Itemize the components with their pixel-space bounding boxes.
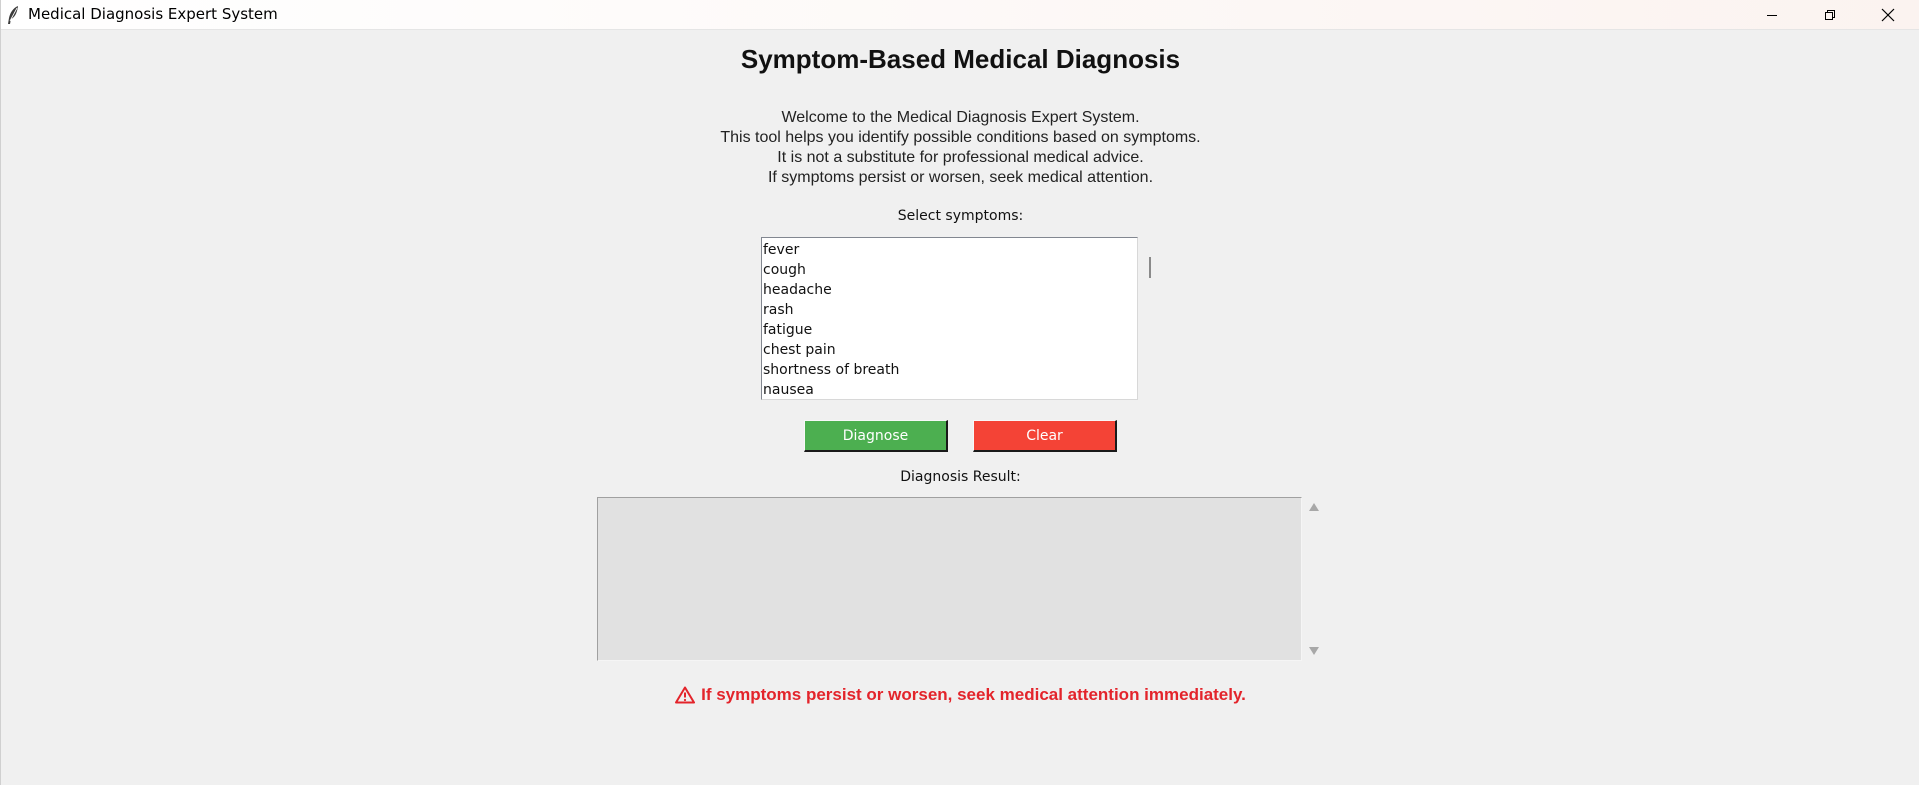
warning-text: If symptoms persist or worsen, seek medi… bbox=[701, 685, 1246, 704]
restore-icon bbox=[1825, 10, 1835, 20]
intro-line: It is not a substitute for professional … bbox=[777, 149, 1144, 166]
intro-text: Welcome to the Medical Diagnosis Expert … bbox=[1, 108, 1919, 188]
feather-icon bbox=[5, 5, 21, 25]
symptoms-scrollbar[interactable] bbox=[1149, 257, 1151, 278]
restore-button[interactable] bbox=[1801, 0, 1859, 30]
close-icon bbox=[1881, 8, 1895, 22]
minimize-button[interactable] bbox=[1743, 0, 1801, 30]
symptom-item[interactable]: rash bbox=[762, 300, 1137, 320]
symptom-item[interactable]: nausea bbox=[762, 380, 1137, 399]
minimize-icon bbox=[1767, 15, 1777, 16]
intro-line: This tool helps you identify possible co… bbox=[720, 129, 1201, 146]
clear-button[interactable]: Clear bbox=[973, 420, 1117, 452]
scroll-down-arrow-icon[interactable] bbox=[1307, 646, 1321, 656]
diagnose-button[interactable]: Diagnose bbox=[804, 420, 948, 452]
app-window: Medical Diagnosis Expert System Symptom-… bbox=[0, 0, 1919, 785]
symptom-item[interactable]: fatigue bbox=[762, 320, 1137, 340]
scroll-up-arrow-icon[interactable] bbox=[1307, 502, 1321, 512]
diagnosis-result-label: Diagnosis Result: bbox=[900, 469, 1021, 485]
diagnosis-result-textarea[interactable] bbox=[597, 497, 1302, 661]
symptom-item[interactable]: headache bbox=[762, 280, 1137, 300]
close-button[interactable] bbox=[1859, 0, 1917, 30]
symptom-item[interactable]: shortness of breath bbox=[762, 360, 1137, 380]
symptom-item[interactable]: fever bbox=[762, 240, 1137, 260]
intro-line: Welcome to the Medical Diagnosis Expert … bbox=[781, 109, 1140, 126]
warning-message: If symptoms persist or worsen, seek medi… bbox=[1, 685, 1919, 705]
window-title: Medical Diagnosis Expert System bbox=[28, 5, 278, 23]
intro-line: If symptoms persist or worsen, seek medi… bbox=[767, 169, 1154, 186]
page-title: Symptom-Based Medical Diagnosis bbox=[740, 44, 1181, 74]
title-bar[interactable]: Medical Diagnosis Expert System bbox=[1, 0, 1919, 30]
symptom-item[interactable]: cough bbox=[762, 260, 1137, 280]
symptoms-listbox[interactable]: fever cough headache rash fatigue chest … bbox=[761, 237, 1138, 400]
select-symptoms-label: Select symptoms: bbox=[897, 208, 1024, 224]
symptom-item[interactable]: chest pain bbox=[762, 340, 1137, 360]
warning-triangle-icon bbox=[675, 686, 696, 704]
